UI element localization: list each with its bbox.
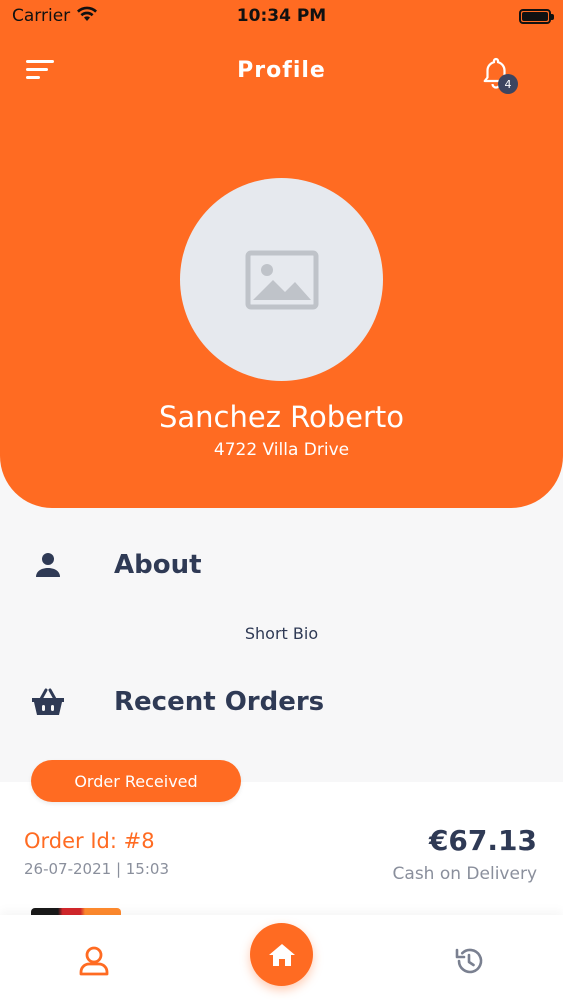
- wifi-icon: [76, 6, 98, 27]
- nav-profile-button[interactable]: [74, 941, 114, 981]
- avatar[interactable]: [180, 178, 383, 381]
- basket-icon: [30, 684, 66, 720]
- short-bio: Short Bio: [244, 624, 319, 643]
- history-icon: [455, 948, 483, 974]
- top-bar: Profile 4: [0, 50, 563, 94]
- profile-address: 4722 Villa Drive: [213, 440, 350, 460]
- status-left: Carrier: [12, 6, 98, 27]
- order-id: Order Id: #8: [24, 829, 155, 853]
- order-date: 26-07-2021 | 15:03: [24, 860, 169, 878]
- notification-badge: 4: [498, 74, 518, 94]
- profile-name: Sanchez Roberto: [158, 400, 405, 434]
- battery-icon: [519, 8, 554, 24]
- carrier-label: Carrier: [12, 6, 71, 26]
- nav-history-button[interactable]: [449, 941, 489, 981]
- home-icon: [268, 943, 295, 966]
- nav-home-button[interactable]: [250, 923, 313, 986]
- status-bar: Carrier 10:34 PM: [0, 0, 563, 32]
- user-icon: [79, 946, 109, 976]
- about-section-header: About: [0, 540, 563, 590]
- person-icon: [30, 547, 66, 583]
- image-placeholder-icon: [245, 250, 318, 309]
- order-payment-method: Cash on Delivery: [392, 864, 537, 884]
- recent-orders-section-header: Recent Orders: [0, 677, 563, 727]
- order-status-badge[interactable]: Order Received: [31, 760, 241, 802]
- notifications-button[interactable]: 4: [478, 54, 522, 98]
- order-amount: €67.13: [428, 824, 537, 857]
- recent-orders-title: Recent Orders: [114, 687, 325, 717]
- about-title: About: [114, 550, 202, 580]
